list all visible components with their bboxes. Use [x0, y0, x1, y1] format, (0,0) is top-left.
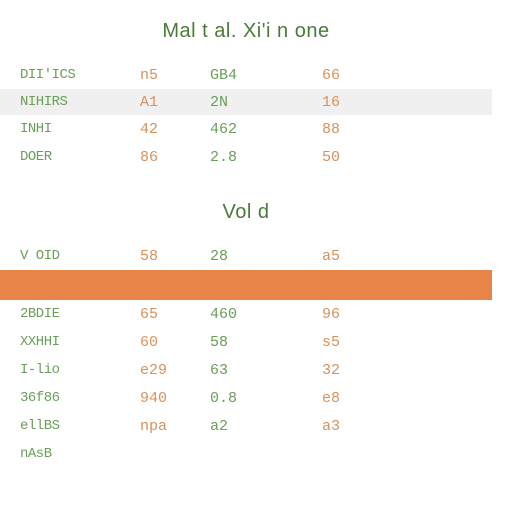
row-value-3: 16 [280, 94, 340, 111]
row-value-2: 462 [210, 121, 280, 138]
table-row: V OID5828a5 [0, 242, 492, 270]
row-value-3: 88 [280, 121, 340, 138]
row-value-1: 940 [140, 390, 210, 407]
row-label: 2BDIE [20, 306, 140, 322]
table-row: NIHIRSA12N16 [0, 89, 492, 115]
row-label: INHI [20, 121, 140, 137]
table-title-a: Mal t al. Xi'i n one [0, 20, 492, 43]
row-value-1: n5 [140, 67, 210, 84]
row-value-3: 32 [280, 362, 340, 379]
row-value-3: 50 [280, 149, 340, 166]
table-row: XXHHI6058s5 [0, 328, 492, 356]
row-value-1: e29 [140, 362, 210, 379]
table-row: 2BDIE6546096 [0, 300, 492, 328]
row-label: DOER [20, 149, 140, 165]
row-label: ellBS [20, 418, 140, 434]
row-value-3: a3 [280, 418, 340, 435]
row-value-1: 86 [140, 149, 210, 166]
row-value-3: 66 [280, 67, 340, 84]
row-value-3: 96 [280, 306, 340, 323]
row-value-2: 58 [210, 334, 280, 351]
row-value-2: 2.8 [210, 149, 280, 166]
row-value-2: 0.8 [210, 390, 280, 407]
row-value-2: 28 [210, 248, 280, 265]
row-value-2: GB4 [210, 67, 280, 84]
row-value-2: 460 [210, 306, 280, 323]
table-title-b: Vol d [0, 201, 492, 224]
table-b: V OID5828a52BDIE6546096XXHHI6058s5I-lioe… [0, 242, 492, 468]
table-row: 36f869400.8e8 [0, 384, 492, 412]
table-a: DII'ICSn5GB466NIHIRSA12N16INHI4246288DOE… [0, 61, 492, 171]
row-label: XXHHI [20, 334, 140, 350]
row-label: 36f86 [20, 390, 140, 406]
row-value-1: 65 [140, 306, 210, 323]
row-value-1: A1 [140, 94, 210, 111]
row-value-3: a5 [280, 248, 340, 265]
row-value-1: 60 [140, 334, 210, 351]
table-row [0, 270, 492, 300]
table-row: ellBSnpaa2a3 [0, 412, 492, 440]
row-value-1: 42 [140, 121, 210, 138]
table-row: INHI4246288 [0, 115, 492, 143]
table-block-b: Vol d V OID5828a52BDIE6546096XXHHI6058s5… [0, 201, 492, 468]
row-value-2: 63 [210, 362, 280, 379]
row-value-2: a2 [210, 418, 280, 435]
table-block-a: Mal t al. Xi'i n one DII'ICSn5GB466NIHIR… [0, 20, 492, 171]
table-row: I-lioe296332 [0, 356, 492, 384]
table-row: DII'ICSn5GB466 [0, 61, 492, 89]
table-row: nAsB [0, 440, 492, 468]
row-label: NIHIRS [20, 94, 140, 110]
row-value-1: 58 [140, 248, 210, 265]
row-value-1: npa [140, 418, 210, 435]
row-value-3: s5 [280, 334, 340, 351]
row-value-2: 2N [210, 94, 280, 111]
row-label: I-lio [20, 362, 140, 378]
table-row: DOER862.850 [0, 143, 492, 171]
row-label: V OID [20, 248, 140, 264]
row-value-3: e8 [280, 390, 340, 407]
row-label: nAsB [20, 446, 140, 462]
row-label: DII'ICS [20, 67, 140, 83]
